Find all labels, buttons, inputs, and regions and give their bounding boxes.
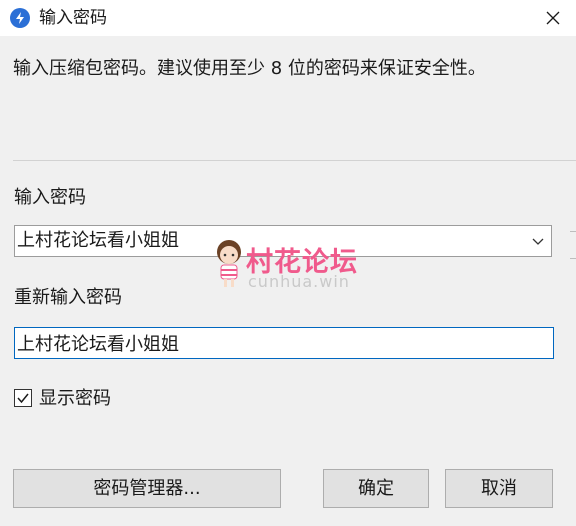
confirm-password-input[interactable] — [14, 327, 554, 359]
confirm-password-label: 重新输入密码 — [14, 287, 122, 308]
watermark: 村花论坛 cunhua.win — [212, 238, 372, 294]
password-manager-button[interactable]: 密码管理器... — [13, 469, 281, 508]
ok-button[interactable]: 确定 — [323, 469, 429, 508]
close-button[interactable] — [530, 0, 576, 36]
lightning-app-icon — [10, 8, 30, 28]
show-password-label[interactable]: 显示密码 — [39, 387, 111, 411]
edge-line — [570, 231, 576, 232]
window-title: 输入密码 — [39, 8, 107, 28]
girl-mascot-icon — [217, 240, 241, 287]
title-bar: 输入密码 — [0, 0, 576, 36]
edge-line — [570, 258, 576, 259]
close-icon — [546, 11, 560, 25]
show-password-checkbox[interactable] — [14, 389, 32, 407]
description-text: 输入压缩包密码。建议使用至少 8 位的密码来保证安全性。 — [13, 58, 486, 79]
cancel-button[interactable]: 取消 — [445, 469, 553, 508]
section-divider — [13, 160, 576, 161]
password-value: 上村花论坛看小姐姐 — [17, 230, 179, 251]
checkmark-icon — [17, 393, 29, 404]
chevron-down-icon[interactable] — [531, 234, 545, 248]
password-label: 输入密码 — [14, 187, 86, 208]
watermark-subtitle: cunhua.win — [248, 272, 350, 291]
